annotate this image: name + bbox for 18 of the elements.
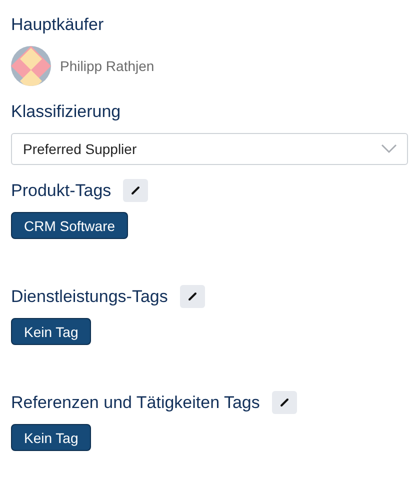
pencil-icon <box>280 398 289 407</box>
section-heading: Klassifizierung <box>11 101 122 123</box>
edit-button[interactable] <box>180 285 205 308</box>
buyer-name: Philipp Rathjen <box>60 58 154 74</box>
tag-chip[interactable]: Kein Tag <box>11 424 92 451</box>
classification-dropdown[interactable]: Preferred Supplier <box>11 133 408 165</box>
chevron-down-icon <box>381 144 397 154</box>
section-heading: Dienstleistungs-Tags <box>11 286 168 308</box>
tag-chip[interactable]: Kein Tag <box>11 318 92 345</box>
edit-button[interactable] <box>123 179 148 202</box>
section-heading: Referenzen und Tätigkeiten Tags <box>11 392 260 414</box>
avatar <box>11 46 51 86</box>
tag-chip[interactable]: CRM Software <box>11 212 128 239</box>
edit-button[interactable] <box>272 391 297 414</box>
pencil-icon <box>131 186 140 195</box>
pencil-icon <box>188 292 197 301</box>
section-heading: Hauptkäufer <box>11 14 105 36</box>
section-heading: Produkt-Tags <box>11 180 112 202</box>
